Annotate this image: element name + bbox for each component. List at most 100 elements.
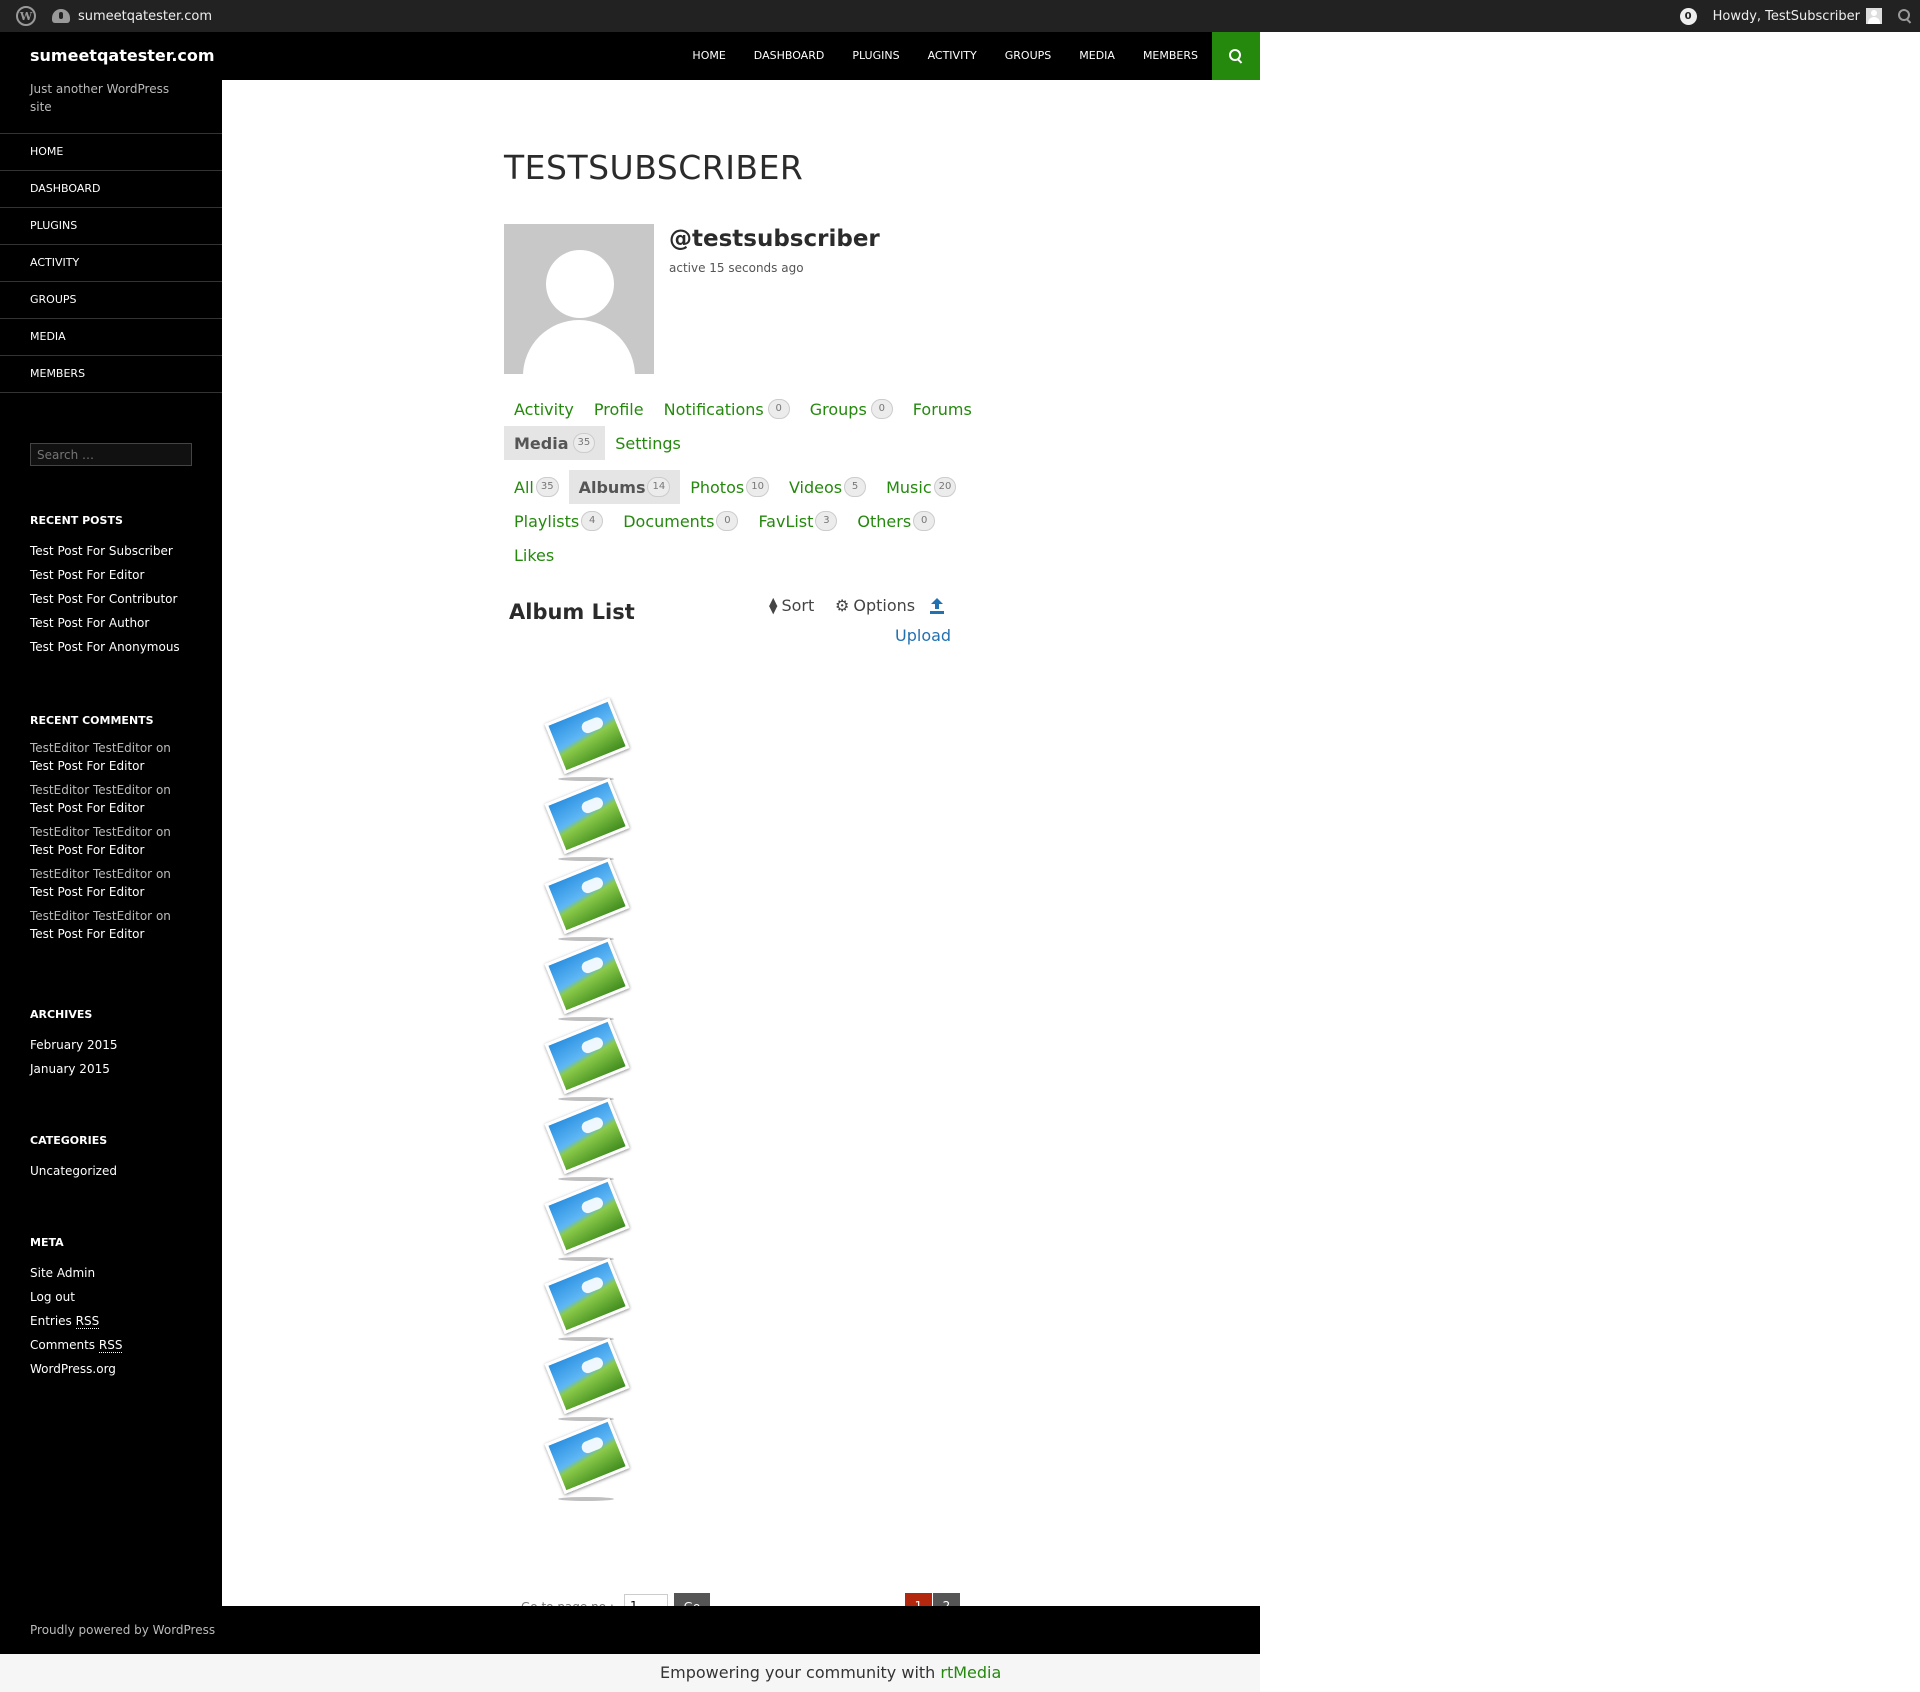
media-tab-documents[interactable]: Documents 0 <box>613 504 748 538</box>
powered-by-link[interactable]: Proudly powered by WordPress <box>30 1623 215 1637</box>
media-tab-likes[interactable]: Likes <box>504 538 564 572</box>
recent-comment: TestEditor TestEditor on Test Post For E… <box>30 865 210 901</box>
album-thumbnail[interactable] <box>544 1017 630 1103</box>
wordpress-logo-menu[interactable]: W <box>8 0 44 32</box>
media-tab-music[interactable]: Music 20 <box>876 470 966 504</box>
comment-post-link[interactable]: Test Post For Editor <box>30 883 210 901</box>
sort-icon: ▲ ▼ <box>769 594 778 616</box>
recent-post-link[interactable]: Test Post For Subscriber <box>30 539 210 563</box>
meta-wordpress-org-link[interactable]: WordPress.org <box>30 1357 210 1381</box>
tab-media[interactable]: Media 35 <box>504 426 606 460</box>
nav-groups[interactable]: GROUPS <box>991 32 1066 80</box>
rtmedia-credit-text: Empowering your community with <box>660 1663 936 1682</box>
sidebar-item-members[interactable]: MEMBERS <box>0 356 222 393</box>
site-title[interactable]: sumeetqatester.com <box>30 32 215 80</box>
profile-tabs-row-2: Media 35 Settings <box>504 426 691 460</box>
upload-icon[interactable] <box>930 598 944 614</box>
meta-comments-rss-link[interactable]: Comments RSS <box>30 1333 210 1357</box>
wordpress-icon: W <box>16 6 36 26</box>
meta-log-out-link[interactable]: Log out <box>30 1285 210 1309</box>
comment-post-link[interactable]: Test Post For Editor <box>30 841 210 859</box>
album-thumbnail[interactable] <box>544 697 630 783</box>
album-thumbnail[interactable] <box>544 937 630 1023</box>
last-active-status: active 15 seconds ago <box>669 261 804 275</box>
meta-entries-rss-link[interactable]: Entries RSS <box>30 1309 210 1333</box>
image-placeholder-icon <box>544 1017 630 1095</box>
widget-title: RECENT POSTS <box>30 514 123 527</box>
image-placeholder-icon <box>544 697 630 775</box>
rss-abbr: RSS <box>98 1338 123 1353</box>
comment-post-link[interactable]: Test Post For Editor <box>30 925 210 943</box>
sidebar-item-media[interactable]: MEDIA <box>0 319 222 356</box>
recent-post-link[interactable]: Test Post For Anonymous <box>30 635 210 659</box>
recent-post-link[interactable]: Test Post For Author <box>30 611 210 635</box>
album-thumbnail[interactable] <box>544 1177 630 1263</box>
comment-post-link[interactable]: Test Post For Editor <box>30 757 210 775</box>
archive-link[interactable]: January 2015 <box>30 1057 210 1081</box>
count-badge: 10 <box>746 477 769 497</box>
album-thumbnail[interactable] <box>544 1337 630 1423</box>
meta-widget: META Site Admin Log out Entries RSS Comm… <box>30 1236 210 1381</box>
tab-groups[interactable]: Groups 0 <box>800 392 903 426</box>
archive-link[interactable]: February 2015 <box>30 1033 210 1057</box>
sidebar-item-home[interactable]: HOME <box>0 134 222 171</box>
primary-nav: HOME DASHBOARD PLUGINS ACTIVITY GROUPS M… <box>678 32 1212 80</box>
album-list-title: Album List <box>509 600 635 624</box>
nav-activity[interactable]: ACTIVITY <box>914 32 991 80</box>
meta-comments-label: Comments <box>30 1338 96 1352</box>
upload-link[interactable]: Upload <box>895 626 951 645</box>
tab-label: Playlists <box>514 511 580 531</box>
rtmedia-link[interactable]: rtMedia <box>940 1663 1001 1682</box>
sidebar-search-input[interactable] <box>30 443 192 466</box>
recent-post-link[interactable]: Test Post For Contributor <box>30 587 210 611</box>
category-link[interactable]: Uncategorized <box>30 1159 210 1183</box>
admin-bar-greeting: Howdy, TestSubscriber <box>1712 8 1860 24</box>
media-tab-videos[interactable]: Videos 5 <box>779 470 876 504</box>
sidebar-item-dashboard[interactable]: DASHBOARD <box>0 171 222 208</box>
options-label: Options <box>853 596 916 615</box>
tab-profile[interactable]: Profile <box>584 392 654 426</box>
meta-site-admin-link[interactable]: Site Admin <box>30 1261 210 1285</box>
recent-comment: TestEditor TestEditor on Test Post For E… <box>30 739 210 775</box>
media-tab-all[interactable]: All 35 <box>504 470 569 504</box>
admin-bar-account-menu[interactable]: Howdy, TestSubscriber <box>1705 0 1890 32</box>
tab-notifications[interactable]: Notifications 0 <box>654 392 800 426</box>
media-tab-albums[interactable]: Albums 14 <box>568 470 681 504</box>
nav-plugins[interactable]: PLUGINS <box>838 32 913 80</box>
media-tab-others[interactable]: Others 0 <box>847 504 945 538</box>
admin-bar-notifications[interactable]: 0 <box>1672 0 1705 32</box>
options-button[interactable]: ⚙ Options <box>835 596 915 615</box>
recent-comment: TestEditor TestEditor on Test Post For E… <box>30 781 210 817</box>
album-thumbnail[interactable] <box>544 857 630 943</box>
media-tab-photos[interactable]: Photos 10 <box>680 470 779 504</box>
album-thumbnail[interactable] <box>544 777 630 863</box>
avatar[interactable] <box>504 224 654 374</box>
media-tab-playlists[interactable]: Playlists 4 <box>504 504 613 538</box>
search-toggle-button[interactable] <box>1212 32 1260 80</box>
album-thumbnail[interactable] <box>544 1417 630 1503</box>
album-thumbnail[interactable] <box>544 1257 630 1343</box>
nav-media[interactable]: MEDIA <box>1065 32 1129 80</box>
recent-post-link[interactable]: Test Post For Editor <box>30 563 210 587</box>
recent-comment: TestEditor TestEditor on Test Post For E… <box>30 907 210 943</box>
sort-button[interactable]: ▲ ▼ Sort <box>769 594 814 616</box>
admin-bar-site-link[interactable]: sumeetqatester.com <box>44 0 220 32</box>
tab-settings[interactable]: Settings <box>605 426 691 460</box>
categories-widget: CATEGORIES Uncategorized <box>30 1134 210 1183</box>
tab-activity[interactable]: Activity <box>504 392 584 426</box>
tab-label: Videos <box>788 477 843 497</box>
media-tab-favlist[interactable]: FavList 3 <box>748 504 847 538</box>
sidebar-item-plugins[interactable]: PLUGINS <box>0 208 222 245</box>
comment-post-link[interactable]: Test Post For Editor <box>30 799 210 817</box>
image-placeholder-icon <box>544 1097 630 1175</box>
admin-bar-search[interactable] <box>1890 0 1920 32</box>
nav-members[interactable]: MEMBERS <box>1129 32 1212 80</box>
nav-dashboard[interactable]: DASHBOARD <box>740 32 839 80</box>
tab-forums[interactable]: Forums <box>903 392 982 426</box>
sidebar-item-groups[interactable]: GROUPS <box>0 282 222 319</box>
media-tabs-row-3: Likes <box>504 538 564 572</box>
count-badge: 20 <box>933 477 957 497</box>
nav-home[interactable]: HOME <box>678 32 739 80</box>
album-thumbnail[interactable] <box>544 1097 630 1183</box>
sidebar-item-activity[interactable]: ACTIVITY <box>0 245 222 282</box>
